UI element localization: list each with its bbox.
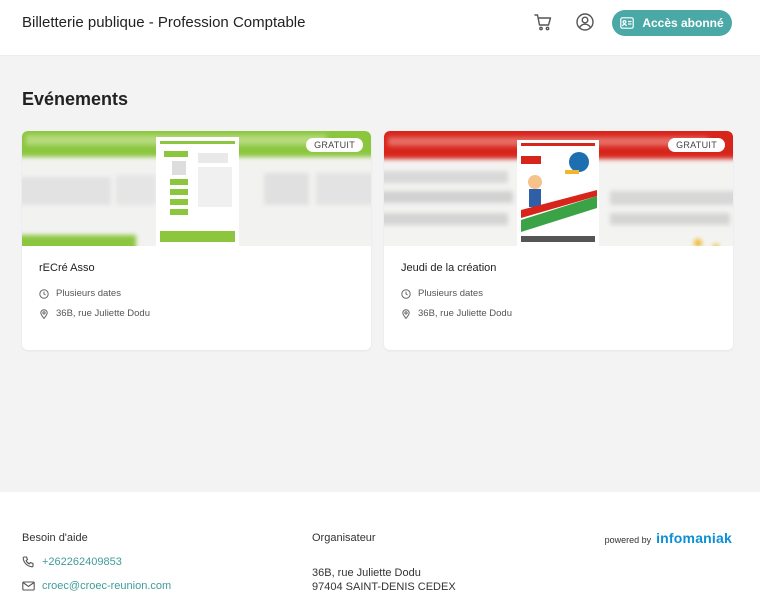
powered-by[interactable]: powered by infomaniak (605, 530, 732, 546)
help-phone-label: +262262409853 (42, 556, 122, 568)
site-title[interactable]: Billetterie publique - Profession Compta… (22, 14, 305, 31)
event-title[interactable]: Jeudi de la création (401, 262, 496, 274)
event-dates-label: Plusieurs dates (418, 288, 483, 299)
event-banner-image: GRATUIT (22, 131, 371, 246)
infomaniak-logo: infomaniak (656, 530, 732, 546)
organizer-address-line2: 97404 SAINT-DENIS CEDEX (312, 581, 456, 593)
help-phone-link[interactable]: +262262409853 (22, 556, 122, 568)
free-badge: GRATUIT (668, 138, 725, 152)
user-account-icon[interactable] (575, 12, 595, 32)
subscriber-access-label: Accès abonné (642, 16, 724, 30)
event-dates-label: Plusieurs dates (56, 288, 121, 299)
free-badge: GRATUIT (306, 138, 363, 152)
cart-icon[interactable] (533, 12, 553, 32)
event-poster-thumbnail (517, 140, 599, 246)
mail-icon (22, 581, 35, 591)
help-email-label: croec@croec-reunion.com (42, 580, 172, 592)
event-location: 36B, rue Juliette Dodu (401, 308, 512, 319)
event-title[interactable]: rECré Asso (39, 262, 95, 274)
event-banner-image: GRATUIT (384, 131, 733, 246)
help-heading: Besoin d'aide (22, 532, 88, 544)
event-card-jeudi-creation[interactable]: GRATUIT Jeudi de la création Plusieurs d… (384, 131, 733, 350)
help-email-link[interactable]: croec@croec-reunion.com (22, 580, 171, 592)
clock-icon (401, 288, 411, 299)
top-header: Billetterie publique - Profession Compta… (0, 0, 760, 56)
organizer-address-line1: 36B, rue Juliette Dodu (312, 567, 421, 579)
location-pin-icon (40, 308, 48, 319)
subscriber-access-button[interactable]: Accès abonné (612, 10, 732, 36)
event-location-label: 36B, rue Juliette Dodu (418, 308, 513, 319)
event-dates: Plusieurs dates (401, 288, 483, 299)
phone-icon (22, 556, 34, 568)
event-location: 36B, rue Juliette Dodu (39, 308, 150, 319)
page-footer: Besoin d'aide +262262409853 croec@croec-… (0, 492, 760, 609)
organizer-heading: Organisateur (312, 532, 376, 544)
location-pin-icon (402, 308, 410, 319)
id-card-icon (620, 17, 635, 29)
clock-icon (39, 288, 49, 299)
event-dates: Plusieurs dates (39, 288, 121, 299)
events-heading: Evénements (22, 89, 129, 109)
event-card-recre-asso[interactable]: GRATUIT rECré Asso Plusieurs dates 36B, … (22, 131, 371, 350)
event-poster-thumbnail (156, 137, 239, 246)
event-location-label: 36B, rue Juliette Dodu (56, 308, 151, 319)
powered-by-label: powered by (604, 535, 652, 545)
